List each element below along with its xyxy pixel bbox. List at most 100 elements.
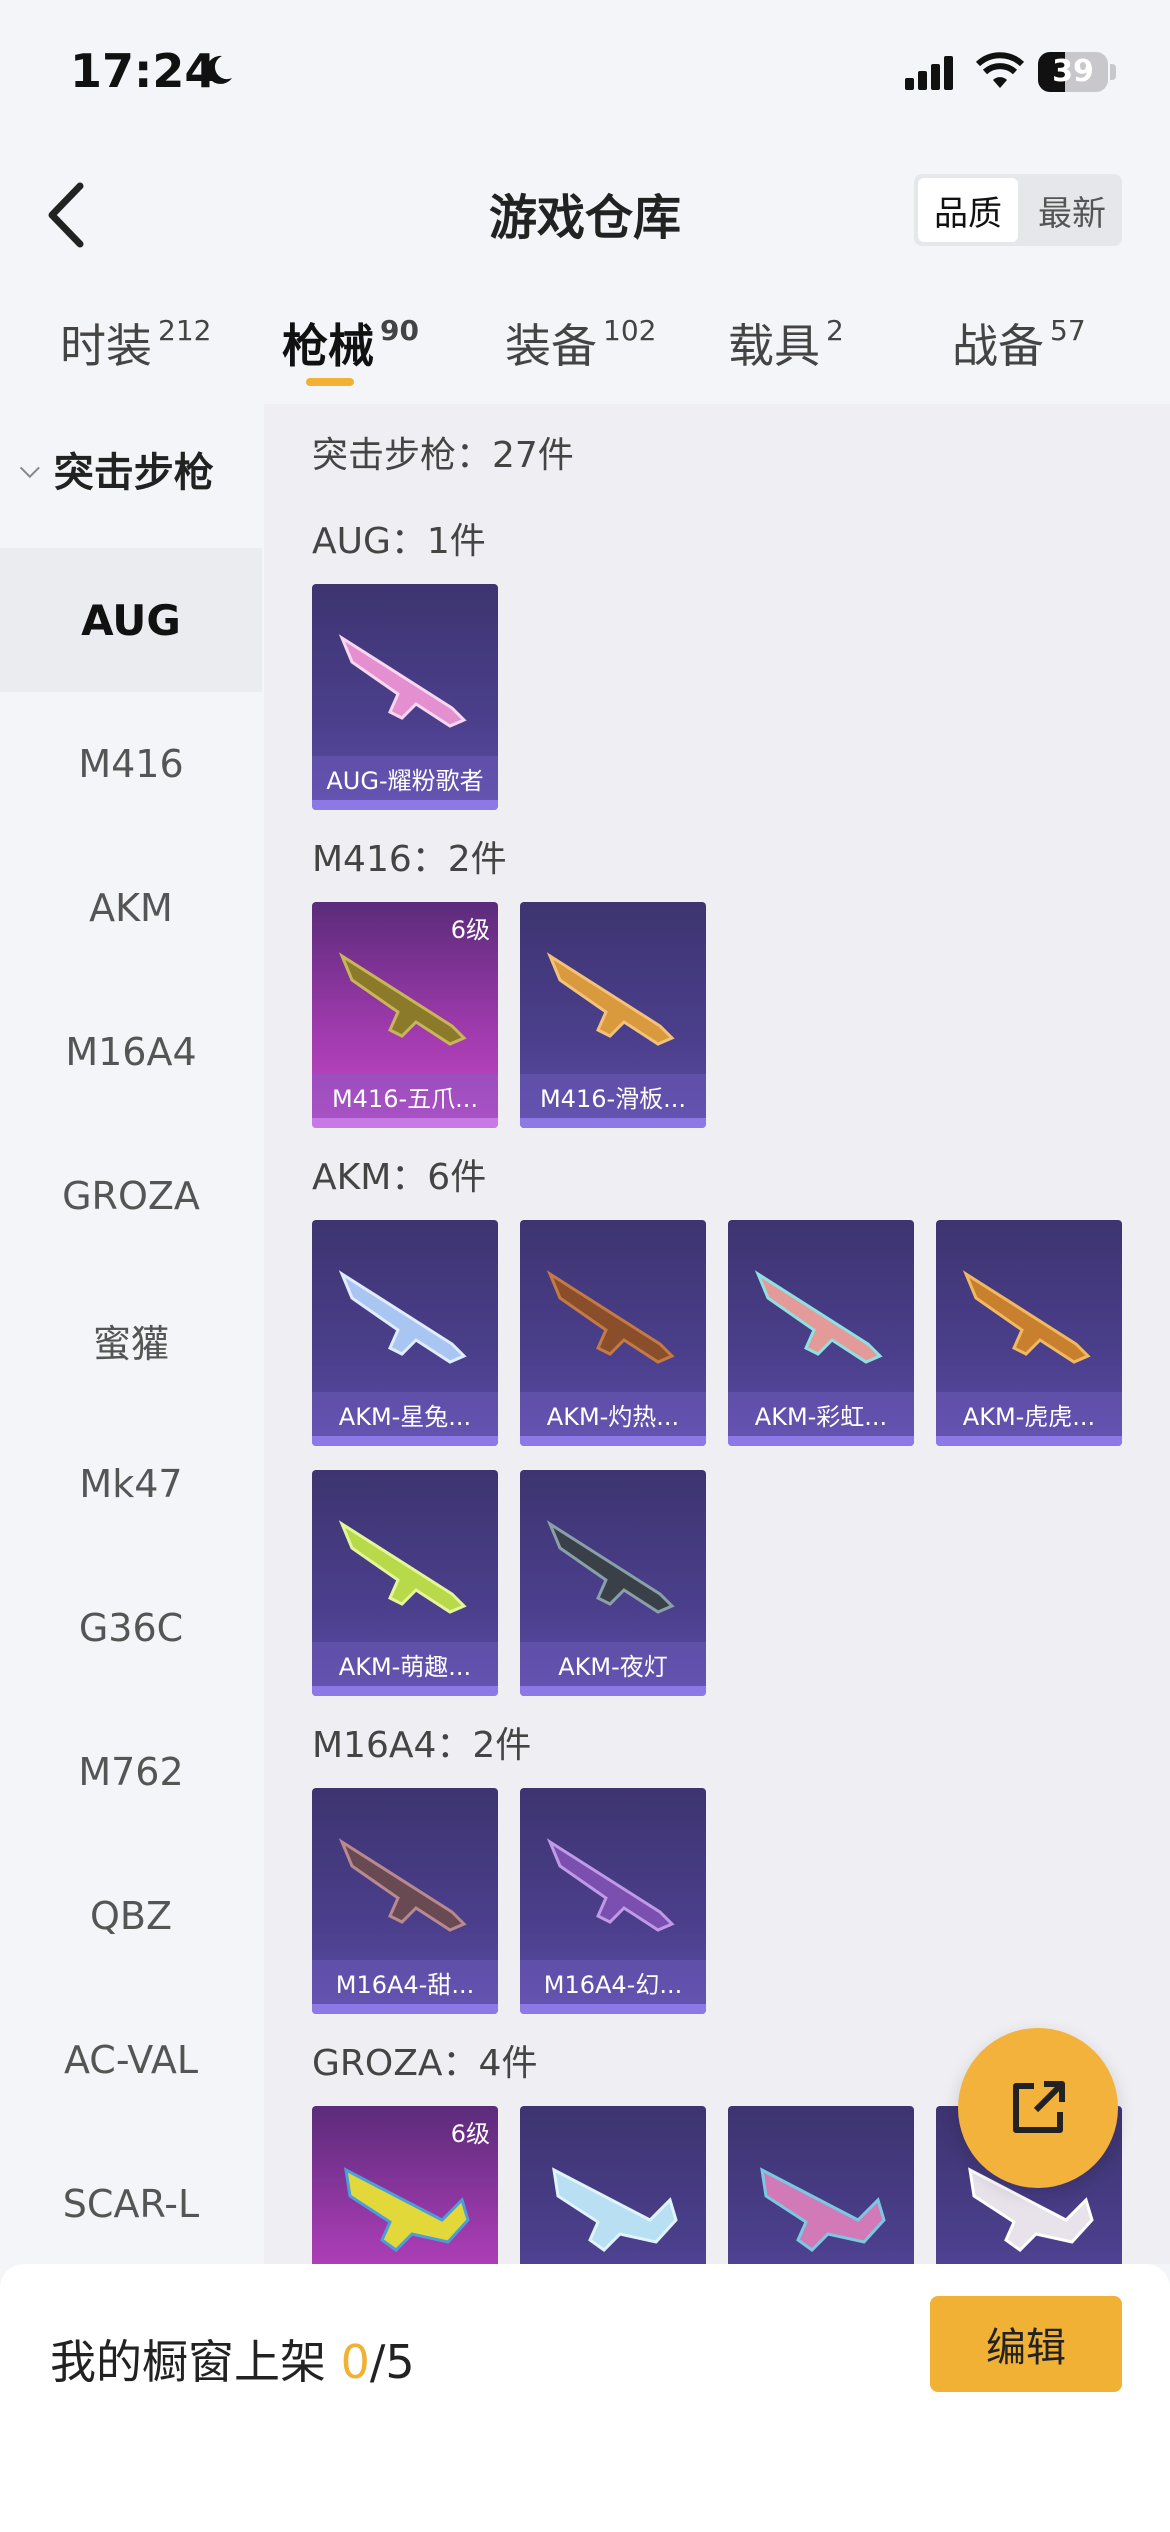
card-rarity-bar	[312, 800, 498, 810]
sidebar-item-scar-l[interactable]: SCAR-L	[0, 2132, 262, 2276]
weapon-name: AKM-萌趣...	[312, 1642, 498, 1686]
share-external-icon	[1013, 2081, 1065, 2133]
rifle-icon	[754, 1270, 883, 1364]
weapon-name: M416-滑板...	[520, 1074, 706, 1118]
sidebar-item-honey-badger[interactable]: 蜜獾	[0, 1268, 262, 1412]
tab-count: 2	[826, 314, 844, 347]
rifle-icon	[338, 952, 467, 1046]
rifle-icon	[962, 1270, 1091, 1364]
showcase-prefix: 我的橱窗上架	[50, 2335, 341, 2389]
card-rarity-bar	[936, 1436, 1122, 1446]
sidebar-item-m762[interactable]: M762	[0, 1700, 262, 1844]
group-label-groza: GROZA：4件	[312, 2043, 538, 2084]
sidebar-item-groza[interactable]: GROZA	[0, 1124, 262, 1268]
rifle-icon	[338, 1838, 467, 1932]
card-rarity-bar	[520, 2004, 706, 2014]
battery-percent: 39	[1052, 54, 1094, 89]
sidebar-category-header[interactable]: ⌵ 突击步枪	[20, 440, 214, 498]
weapon-card[interactable]: AKM-夜灯	[520, 1470, 706, 1696]
rifle-icon	[546, 952, 675, 1046]
sort-quality-button[interactable]: 品质	[918, 178, 1018, 242]
weapon-card[interactable]: M416-滑板...	[520, 902, 706, 1128]
group-label-akm: AKM：6件	[312, 1157, 487, 1198]
status-bar: 17:24 39	[0, 0, 1170, 140]
tab-fashion[interactable]: 时装 212	[60, 310, 211, 376]
edit-button[interactable]: 编辑	[930, 2296, 1122, 2392]
moon-icon	[206, 55, 232, 84]
showcase-total: /5	[369, 2335, 415, 2389]
rifle-icon	[338, 1520, 467, 1614]
weapon-card[interactable]: AKM-灼热...	[520, 1220, 706, 1446]
weapon-name: M16A4-幻...	[520, 1960, 706, 2004]
tab-vehicles[interactable]: 载具 2	[728, 310, 844, 376]
sidebar-item-g36c[interactable]: G36C	[0, 1556, 262, 1700]
tab-label: 战备	[952, 319, 1044, 373]
group-label-aug: AUG：1件	[312, 521, 486, 562]
sidebar-item-m416[interactable]: M416	[0, 692, 262, 836]
active-tab-indicator	[306, 378, 354, 386]
wifi-icon	[975, 52, 1025, 88]
sidebar-item-aug[interactable]: AUG	[0, 548, 262, 692]
card-rarity-bar	[520, 1436, 706, 1446]
group-label-m16a4: M16A4：2件	[312, 1725, 532, 1766]
weapon-card[interactable]: 6级 M416-五爪...	[312, 902, 498, 1128]
sort-toggle: 品质 最新	[914, 174, 1122, 246]
sort-latest-button[interactable]: 最新	[1022, 174, 1122, 246]
weapon-name: AKM-星兔...	[312, 1392, 498, 1436]
sidebar-item-qbz[interactable]: QBZ	[0, 1844, 262, 1988]
weapon-card[interactable]: AKM-星兔...	[312, 1220, 498, 1446]
weapon-card[interactable]: M16A4-甜...	[312, 1788, 498, 2014]
card-rarity-bar	[312, 1686, 498, 1696]
tab-count: 57	[1050, 314, 1086, 347]
weapon-card[interactable]	[520, 2106, 706, 2264]
cellular-signal-icon	[905, 56, 953, 90]
rifle-icon	[760, 2167, 886, 2252]
rifle-icon	[546, 1270, 675, 1364]
category-tabs: 时装 212 枪械 90 装备 102 载具 2 战备 57	[0, 290, 1170, 400]
weapon-card[interactable]: M16A4-幻...	[520, 1788, 706, 2014]
rifle-icon	[338, 1270, 467, 1364]
weapon-card[interactable]: AKM-虎虎...	[936, 1220, 1122, 1446]
weapon-card[interactable]: AKM-彩虹...	[728, 1220, 914, 1446]
weapon-type-sidebar: ⌵ 突击步枪 AUG M416 AKM M16A4 GROZA 蜜獾 Mk47 G…	[0, 404, 262, 2264]
tab-firearms[interactable]: 枪械 90	[282, 310, 419, 376]
battery-icon: 39	[1038, 52, 1108, 92]
showcase-count-label: 我的橱窗上架 0/5	[50, 2326, 415, 2392]
card-rarity-bar	[520, 1118, 706, 1128]
tab-label: 装备	[505, 319, 597, 373]
weapon-name: M16A4-甜...	[312, 1960, 498, 2004]
weapon-name: AUG-耀粉歌者	[312, 756, 498, 800]
total-count: 突击步枪：27件	[312, 435, 574, 476]
weapon-card[interactable]: AKM-萌趣...	[312, 1470, 498, 1696]
showcase-footer: 我的橱窗上架 0/5 编辑	[0, 2264, 1170, 2532]
tab-supplies[interactable]: 战备 57	[952, 310, 1086, 376]
weapon-card[interactable]	[728, 2106, 914, 2264]
weapon-name: M416-五爪...	[312, 1074, 498, 1118]
card-rarity-bar	[312, 1436, 498, 1446]
sidebar-item-m16a4[interactable]: M16A4	[0, 980, 262, 1124]
status-time: 17:24	[70, 44, 217, 98]
tab-equipment[interactable]: 装备 102	[505, 310, 656, 376]
rifle-icon	[338, 634, 467, 728]
weapon-list: 突击步枪：27件 AUG：1件 AUG-耀粉歌者 M416：2件 6级 M416…	[264, 404, 1170, 2264]
rifle-icon	[552, 2167, 678, 2252]
tab-label: 载具	[728, 319, 820, 373]
weapon-name: AKM-夜灯	[520, 1642, 706, 1686]
card-rarity-bar	[312, 2004, 498, 2014]
weapon-card[interactable]: 6级	[312, 2106, 498, 2264]
tab-count: 90	[380, 314, 419, 347]
tab-label: 时装	[60, 319, 152, 373]
tab-label: 枪械	[282, 319, 374, 373]
sidebar-item-ac-val[interactable]: AC-VAL	[0, 1988, 262, 2132]
sidebar-item-akm[interactable]: AKM	[0, 836, 262, 980]
sidebar-category-label: 突击步枪	[53, 450, 214, 496]
rifle-icon	[546, 1520, 675, 1614]
weapon-card[interactable]: AUG-耀粉歌者	[312, 584, 498, 810]
rifle-icon	[546, 1838, 675, 1932]
showcase-current-count: 0	[340, 2335, 370, 2389]
sidebar-item-mk47[interactable]: Mk47	[0, 1412, 262, 1556]
share-button[interactable]	[958, 2028, 1118, 2188]
tab-count: 102	[603, 314, 657, 347]
weapon-name: AKM-灼热...	[520, 1392, 706, 1436]
card-rarity-bar	[520, 1686, 706, 1696]
